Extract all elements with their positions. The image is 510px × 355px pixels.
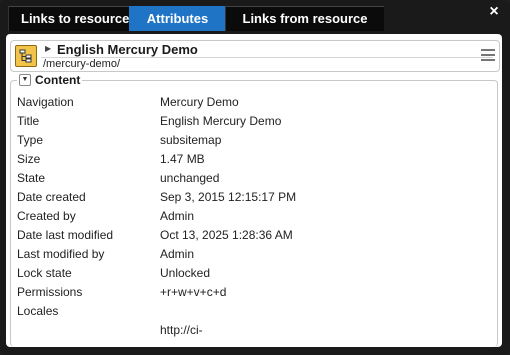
sitemap-icon <box>15 45 37 67</box>
resource-info-dialog: Links to resource Attributes Links from … <box>0 0 510 355</box>
attribute-key: Date created <box>17 190 86 204</box>
attribute-list: Navigation Mercury Demo Title English Merc… <box>17 95 296 342</box>
attribute-value: Sep 3, 2015 12:15:17 PM <box>160 190 297 204</box>
collapse-toggle-icon[interactable]: ▼ <box>19 74 31 86</box>
attribute-row: Date last modified Oct 13, 2025 1:28:36 A… <box>17 228 296 247</box>
content-section: ▼ Content Navigation Mercury Demo Title En… <box>10 73 498 347</box>
attribute-row: Created by Admin <box>17 209 296 228</box>
attribute-row: Date created Sep 3, 2015 12:15:17 PM <box>17 190 296 209</box>
attribute-value: Admin <box>160 209 195 223</box>
attribute-value: Mercury Demo <box>160 95 239 109</box>
attribute-value: 1.47 MB <box>160 152 205 166</box>
tab-links-from-resource[interactable]: Links from resource <box>225 6 384 31</box>
attribute-row: State unchanged <box>17 171 296 190</box>
attribute-key: Title <box>17 114 40 128</box>
attribute-row: Navigation Mercury Demo <box>17 95 296 114</box>
attribute-key: Permissions <box>17 285 83 299</box>
attribute-row: Title English Mercury Demo <box>17 114 296 133</box>
attribute-value: +r+w+v+c+d <box>160 285 227 299</box>
resource-header: ▶ English Mercury Demo /mercury-demo/ <box>10 40 500 72</box>
attribute-row: Size 1.47 MB <box>17 152 296 171</box>
attribute-key: Lock state <box>17 266 72 280</box>
tab-links-to-resource[interactable]: Links to resource <box>8 6 129 31</box>
attribute-value: Admin <box>160 247 195 261</box>
attribute-key: Created by <box>17 209 76 223</box>
attribute-value: http://ci- <box>160 323 203 337</box>
attribute-key: Last modified by <box>17 247 105 261</box>
attribute-value: unchanged <box>160 171 220 185</box>
resource-title: English Mercury Demo <box>57 42 198 57</box>
attribute-key: Type <box>17 133 44 147</box>
attribute-row: Last modified by Admin <box>17 247 296 266</box>
attribute-key: Navigation <box>17 95 74 109</box>
section-legend: ▼ Content <box>17 73 83 87</box>
attribute-row: http://ci- <box>17 323 296 342</box>
menu-icon[interactable] <box>481 49 495 61</box>
tab-bar: Links to resource Attributes Links from … <box>8 6 384 31</box>
attribute-key: Date last modified <box>17 228 114 242</box>
attribute-value: subsitemap <box>160 133 222 147</box>
attributes-panel: ▶ English Mercury Demo /mercury-demo/ ▼ … <box>6 34 502 347</box>
attribute-row: Lock state Unlocked <box>17 266 296 285</box>
attribute-key: Size <box>17 152 41 166</box>
attribute-key <box>17 323 160 342</box>
attribute-row: Locales <box>17 304 296 323</box>
attribute-key: State <box>17 171 46 185</box>
resource-path: /mercury-demo/ <box>43 58 121 70</box>
close-icon[interactable]: × <box>486 4 502 21</box>
attribute-key: Locales <box>17 304 59 318</box>
attribute-row: Permissions +r+w+v+c+d <box>17 285 296 304</box>
attribute-value: Oct 13, 2025 1:28:36 AM <box>160 228 293 242</box>
expand-arrow-icon[interactable]: ▶ <box>45 44 51 53</box>
attribute-value: English Mercury Demo <box>160 114 282 128</box>
section-label: Content <box>35 73 81 87</box>
tab-attributes[interactable]: Attributes <box>129 6 225 31</box>
attribute-value: Unlocked <box>160 266 211 280</box>
attribute-row: Type subsitemap <box>17 133 296 152</box>
